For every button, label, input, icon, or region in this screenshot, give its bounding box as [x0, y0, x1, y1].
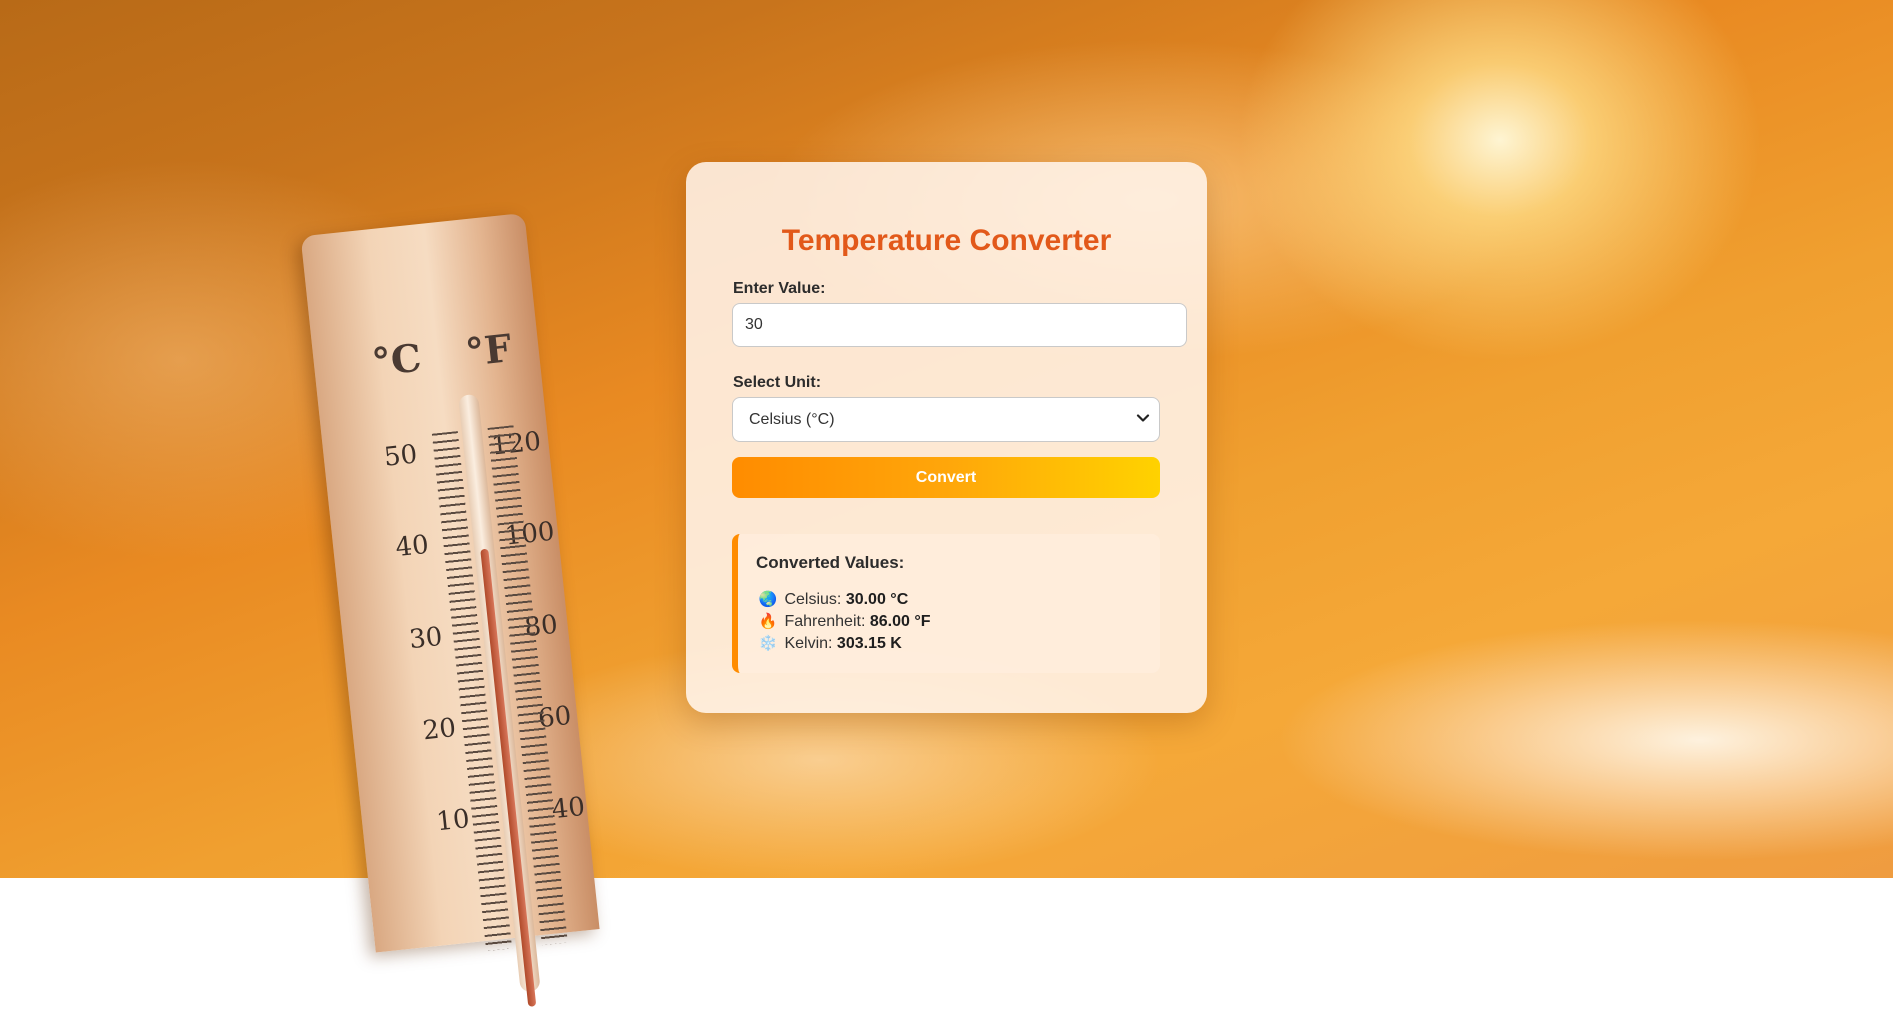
- thermometer-fahrenheit-unit: °F: [463, 325, 514, 375]
- convert-button[interactable]: Convert: [732, 457, 1160, 498]
- fire-icon: 🔥: [758, 613, 778, 630]
- globe-icon: 🌏: [758, 591, 778, 608]
- result-value: 86.00 °F: [869, 613, 931, 630]
- celsius-tick-label: 10: [434, 804, 472, 838]
- celsius-tick-label: 30: [407, 621, 444, 656]
- result-label: Kelvin:: [784, 635, 837, 652]
- snowflake-icon: ❄️: [758, 635, 778, 652]
- value-input[interactable]: [732, 303, 1187, 347]
- unit-label: Select Unit:: [733, 374, 822, 391]
- unit-select[interactable]: Celsius (°C): [732, 397, 1160, 442]
- result-celsius: 🌏 Celsius: 30.00 °C: [758, 590, 909, 609]
- thermometer-celsius-unit: °C: [369, 334, 424, 385]
- celsius-tick-label: 20: [421, 712, 458, 747]
- result-value: 30.00 °C: [845, 591, 909, 608]
- result-label: Fahrenheit:: [784, 613, 870, 630]
- celsius-tick-label: 40: [394, 529, 431, 564]
- result-label: Celsius:: [784, 591, 846, 608]
- result-fahrenheit: 🔥 Fahrenheit: 86.00 °F: [758, 612, 931, 631]
- results-panel: Converted Values: 🌏 Celsius: 30.00 °C 🔥 …: [732, 534, 1160, 673]
- unit-select-value: Celsius (°C): [749, 411, 835, 428]
- celsius-tick-label: 50: [382, 439, 419, 473]
- results-heading: Converted Values:: [756, 553, 905, 572]
- result-kelvin: ❄️ Kelvin: 303.15 K: [758, 634, 902, 653]
- converter-card: Temperature Converter Enter Value: Selec…: [686, 162, 1207, 713]
- page-title: Temperature Converter: [781, 224, 1112, 257]
- fahrenheit-tick-label: 40: [550, 791, 587, 826]
- value-label: Enter Value:: [733, 280, 826, 297]
- result-value: 303.15 K: [836, 635, 902, 652]
- chevron-down-icon: [1136, 414, 1150, 422]
